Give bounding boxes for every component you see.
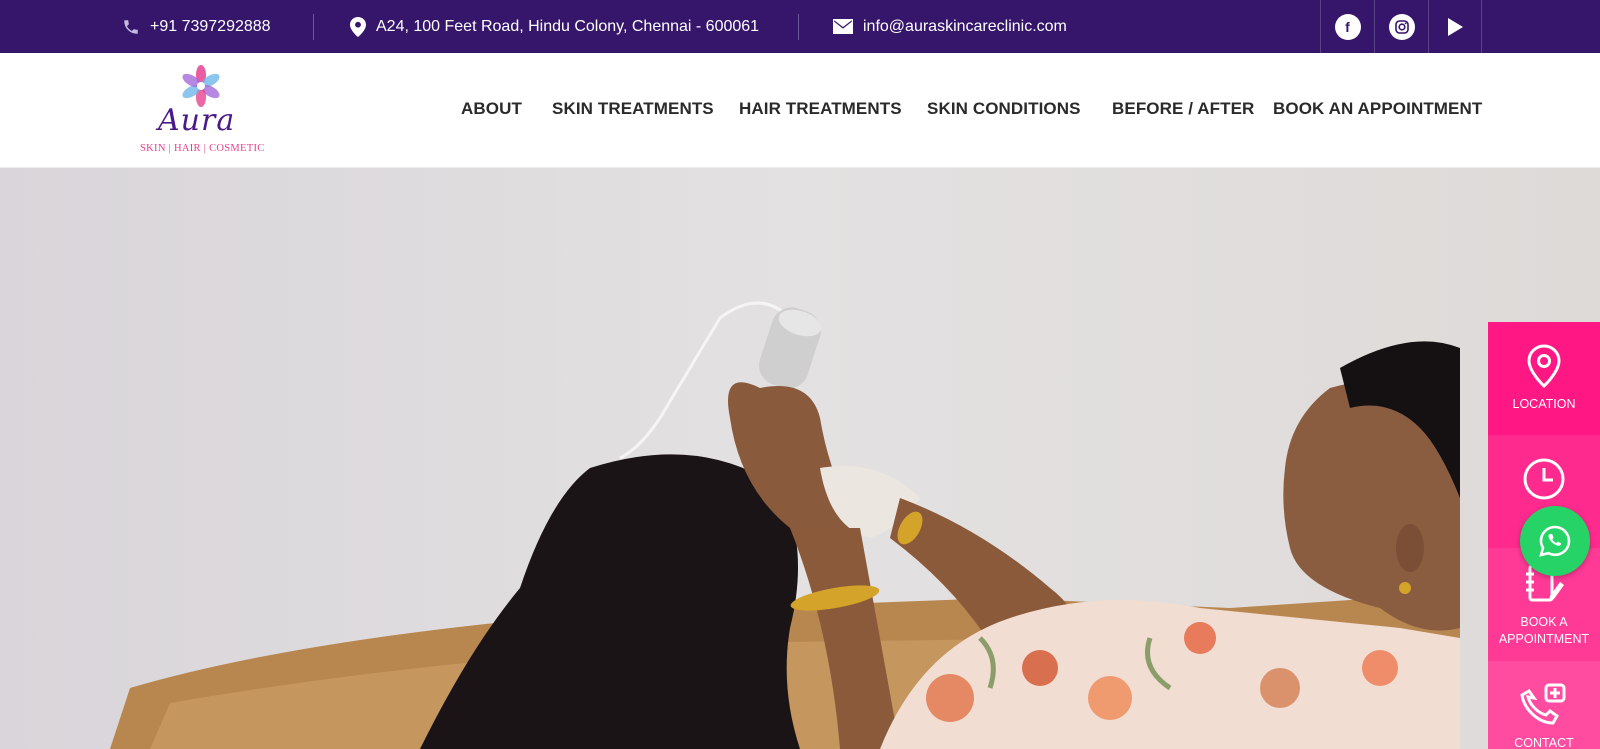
location-pin-icon: [350, 16, 366, 37]
phone-contact[interactable]: +91 7397292888: [122, 0, 271, 53]
divider: [313, 14, 314, 40]
map-pin-icon: [1527, 344, 1561, 389]
book-label-line2: APPOINTMENT: [1498, 631, 1590, 646]
mail-icon: [833, 19, 853, 34]
location-label: LOCATION: [1512, 397, 1576, 412]
book-label-line1: BOOK A: [1520, 615, 1568, 630]
top-contact-bar: +91 7397292888 A24, 100 Feet Road, Hindu…: [0, 0, 1600, 53]
facebook-link[interactable]: f: [1320, 0, 1374, 53]
nav-before-after[interactable]: BEFORE / AFTER: [1112, 99, 1254, 119]
facebook-icon: f: [1334, 13, 1361, 40]
email-address: info@auraskincareclinic.com: [863, 17, 1067, 35]
whatsapp-icon: [1539, 525, 1571, 557]
email-contact[interactable]: info@auraskincareclinic.com: [833, 0, 1067, 53]
nav-hair-treatments[interactable]: HAIR TREATMENTS: [739, 99, 902, 119]
clock-icon: [1523, 458, 1565, 500]
divider: [798, 14, 799, 40]
location-button[interactable]: LOCATION: [1488, 322, 1600, 435]
logo-tagline: SKIN | HAIR | COSMETIC: [140, 143, 265, 154]
social-links: f: [1320, 0, 1482, 53]
phone-plus-icon: [1520, 683, 1566, 725]
nav-skin-treatments[interactable]: SKIN TREATMENTS: [552, 99, 714, 119]
phone-icon: [124, 19, 138, 34]
flower-logo-icon: [182, 65, 220, 107]
nav-skin-conditions[interactable]: SKIN CONDITIONS: [927, 99, 1081, 119]
instagram-icon: [1388, 13, 1415, 40]
address-text: A24, 100 Feet Road, Hindu Colony, Chenna…: [376, 17, 760, 35]
logo-wordmark: Aura: [158, 103, 236, 138]
facebook-glyph: f: [1345, 18, 1350, 35]
address-contact[interactable]: A24, 100 Feet Road, Hindu Colony, Chenna…: [350, 0, 759, 53]
contact-label: CONTACT: [1514, 736, 1574, 749]
nav-book-appointment[interactable]: BOOK AN APPOINTMENT: [1273, 99, 1482, 119]
whatsapp-chat-button[interactable]: [1520, 506, 1590, 576]
hero-banner-image: [0, 168, 1600, 749]
instagram-link[interactable]: [1374, 0, 1428, 53]
clinic-logo[interactable]: Aura SKIN | HAIR | COSMETIC: [138, 65, 268, 157]
youtube-play-icon: [1448, 17, 1463, 36]
youtube-link[interactable]: [1428, 0, 1482, 53]
contact-button[interactable]: CONTACT: [1488, 661, 1600, 749]
hero-photo: [0, 168, 1600, 749]
site-header: Aura SKIN | HAIR | COSMETIC ABOUT SKIN T…: [0, 53, 1600, 168]
phone-number: +91 7397292888: [150, 17, 271, 35]
nav-about[interactable]: ABOUT: [461, 99, 522, 119]
